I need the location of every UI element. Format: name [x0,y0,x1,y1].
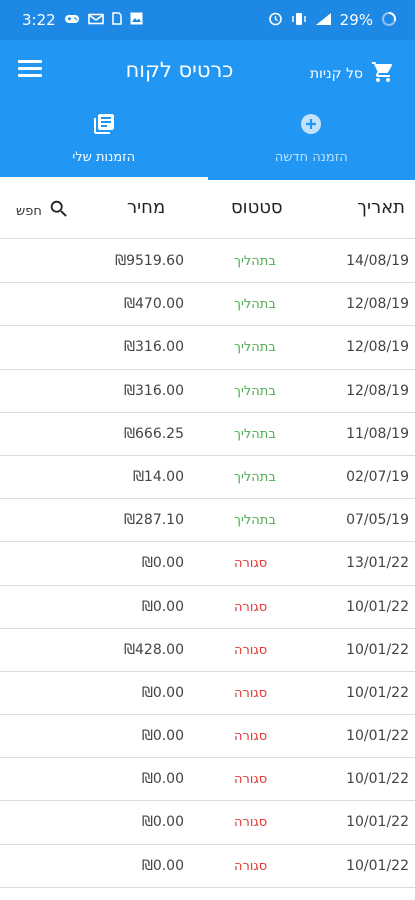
table-row[interactable]: 12/08/19 בתהליך ₪316.00 [0,326,415,370]
table-row[interactable]: 10/01/22 סגורה ₪0.00 [0,715,415,759]
cell-status: סגורה [234,685,268,701]
table-row[interactable]: 02/07/19 בתהליך ₪14.00 [0,456,415,500]
table-row[interactable]: 10/01/22 סגורה ₪0.00 [0,801,415,845]
sim-card-icon [111,12,122,28]
cell-date: 02/07/19 [346,468,409,485]
search-button[interactable]: חפש [16,198,70,224]
cell-price: ₪470.00 [124,296,184,313]
cell-price: ₪666.25 [124,425,184,442]
cell-status: בתהליך [234,297,276,313]
cell-price: ₪428.00 [124,641,184,658]
image-icon [130,12,143,28]
table-row[interactable]: 07/05/19 בתהליך ₪287.10 [0,499,415,543]
table-row[interactable]: 10/01/22 סגורה ₪0.00 [0,758,415,802]
cell-price: ₪316.00 [124,382,184,399]
cell-status: בתהליך [234,383,276,399]
cell-status: סגורה [234,858,268,874]
cart-label: סל קניות [309,66,363,82]
cell-date: 14/08/19 [346,253,409,269]
app-bar: כרטיס לקוח סל קניות [0,40,415,104]
table-header: חפש מחיר סטטוס תאריך [0,180,415,239]
shopping-cart-icon [371,60,395,88]
cell-price: ₪287.10 [124,512,184,529]
cell-date: 12/08/19 [346,296,409,313]
cell-status: סגורה [234,556,268,572]
cell-date: 12/08/19 [346,382,409,399]
table-row[interactable]: 12/08/19 בתהליך ₪470.00 [0,283,415,327]
status-bar-left: 3:22 [22,11,143,29]
orders-list: 14/08/19 בתהליך ₪9519.60 12/08/19 בתהליך ₪470… [0,240,415,888]
cell-price: ₪0.00 [141,684,184,701]
tab-my-orders-label: הזמנות שלי [72,150,136,165]
cell-price: ₪14.00 [132,468,184,485]
cell-status: סגורה [234,772,268,788]
signal-icon [315,12,332,29]
game-controller-icon [64,13,80,28]
cell-status: סגורה [234,815,268,831]
cell-price: ₪9519.60 [115,253,184,269]
cell-status: בתהליך [234,254,276,269]
table-row[interactable]: 12/08/19 בתהליך ₪316.00 [0,370,415,413]
status-bar: 3:22 29% [0,0,415,40]
cell-status: סגורה [234,729,268,745]
column-header-status[interactable]: סטטוס [231,197,283,218]
column-header-price[interactable]: מחיר [127,197,165,218]
status-bar-right: 29% [268,11,397,30]
cell-price: ₪0.00 [141,857,184,874]
column-header-date[interactable]: תאריך [357,197,405,218]
search-icon [48,198,70,224]
cell-date: 10/01/22 [346,728,409,745]
cell-status: בתהליך [234,426,276,442]
alarm-icon [268,11,283,29]
cell-date: 11/08/19 [346,425,409,442]
table-row[interactable]: 14/08/19 בתהליך ₪9519.60 [0,240,415,284]
cell-status: בתהליך [234,513,276,529]
cell-price: ₪0.00 [141,555,184,572]
cell-date: 12/08/19 [346,339,409,356]
cell-date: 10/01/22 [346,641,409,658]
table-row[interactable]: 13/01/22 סגורה ₪0.00 [0,542,415,586]
battery-ring-icon [381,11,397,30]
cell-date: 07/05/19 [346,512,409,529]
mail-icon [87,13,104,28]
vibrate-icon [291,12,307,29]
add-circle-icon [208,112,415,136]
table-row[interactable]: 10/01/22 סגורה ₪0.00 [0,845,415,888]
cell-status: סגורה [234,642,268,658]
cart-button[interactable]: סל קניות [310,60,395,88]
cell-date: 13/01/22 [346,555,409,572]
tab-my-orders[interactable]: הזמנות שלי [0,104,208,180]
status-time: 3:22 [22,11,56,29]
cell-price: ₪316.00 [124,339,184,356]
orders-list-icon [0,112,208,136]
cell-date: 10/01/22 [346,814,409,831]
cell-price: ₪0.00 [141,598,184,615]
search-label: חפש [16,203,42,219]
cell-price: ₪0.00 [141,814,184,831]
cell-date: 10/01/22 [346,598,409,615]
cell-status: בתהליך [234,340,276,356]
cell-date: 10/01/22 [346,684,409,701]
cell-status: בתהליך [234,469,276,485]
table-row[interactable]: 11/08/19 בתהליך ₪666.25 [0,413,415,456]
cell-price: ₪0.00 [141,771,184,788]
cell-date: 10/01/22 [346,771,409,788]
table-row[interactable]: 10/01/22 סגורה ₪0.00 [0,586,415,629]
tab-new-order-label: הזמנה חדשה [274,150,348,165]
table-row[interactable]: 10/01/22 סגורה ₪0.00 [0,672,415,716]
table-row[interactable]: 10/01/22 סגורה ₪428.00 [0,629,415,672]
tab-new-order[interactable]: הזמנה חדשה [208,104,415,180]
battery-percent: 29% [339,11,373,29]
cell-date: 10/01/22 [346,857,409,874]
tab-bar: הזמנות שלי הזמנה חדשה [0,104,415,180]
cell-price: ₪0.00 [141,728,184,745]
cell-status: סגורה [234,599,268,615]
page-title-text: כרטיס לקוח [125,58,234,82]
